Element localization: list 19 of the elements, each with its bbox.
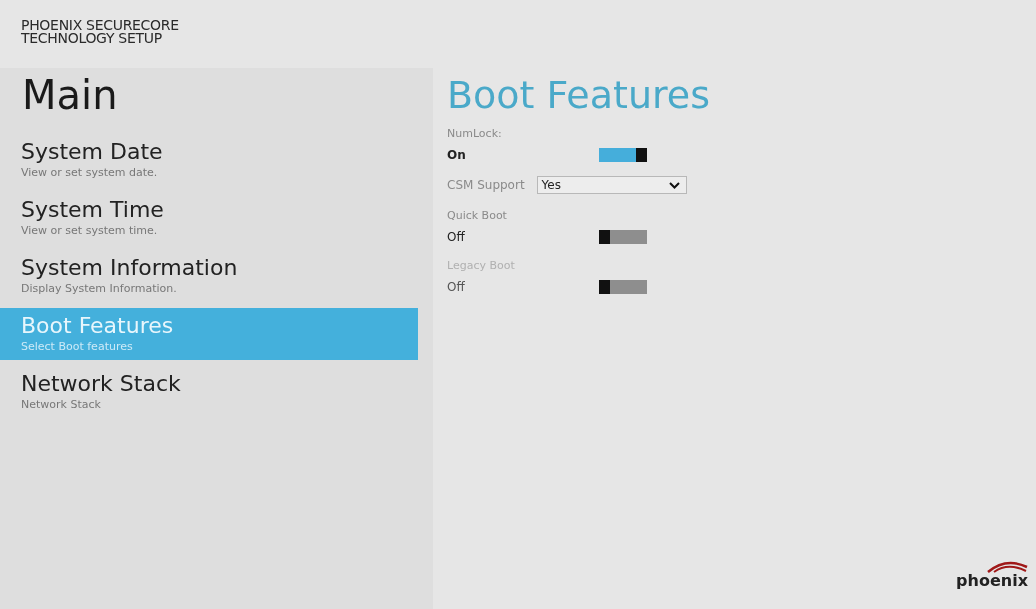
app-title: PHOENIX SECURECORE <box>21 19 180 32</box>
panel-title: Boot Features <box>447 72 711 118</box>
setting-value: Off <box>447 280 465 294</box>
menu-item[interactable]: System Date View or set system date. <box>0 134 418 186</box>
menu-item[interactable]: System Time View or set system time. <box>0 192 418 244</box>
setting-label: Quick Boot <box>447 208 508 224</box>
logo: phoenix <box>956 573 1028 589</box>
toggle-switch[interactable] <box>599 148 647 162</box>
setting-value: Off <box>447 230 465 244</box>
setting-label: CSM Support <box>447 177 525 193</box>
dropdown[interactable]: Yes <box>536 176 687 194</box>
setting-label: NumLock: <box>447 126 503 142</box>
toggle-switch[interactable] <box>599 230 647 244</box>
menu-item[interactable]: System Information Display System Information. <box>0 250 418 302</box>
setting-value: On <box>447 148 466 162</box>
menu-title: Main <box>21 72 119 118</box>
app-title: TECHNOLOGY SETUP <box>21 32 163 45</box>
menu-item[interactable]: Network Stack Network Stack <box>0 366 418 418</box>
chevron-down-icon <box>668 181 680 189</box>
